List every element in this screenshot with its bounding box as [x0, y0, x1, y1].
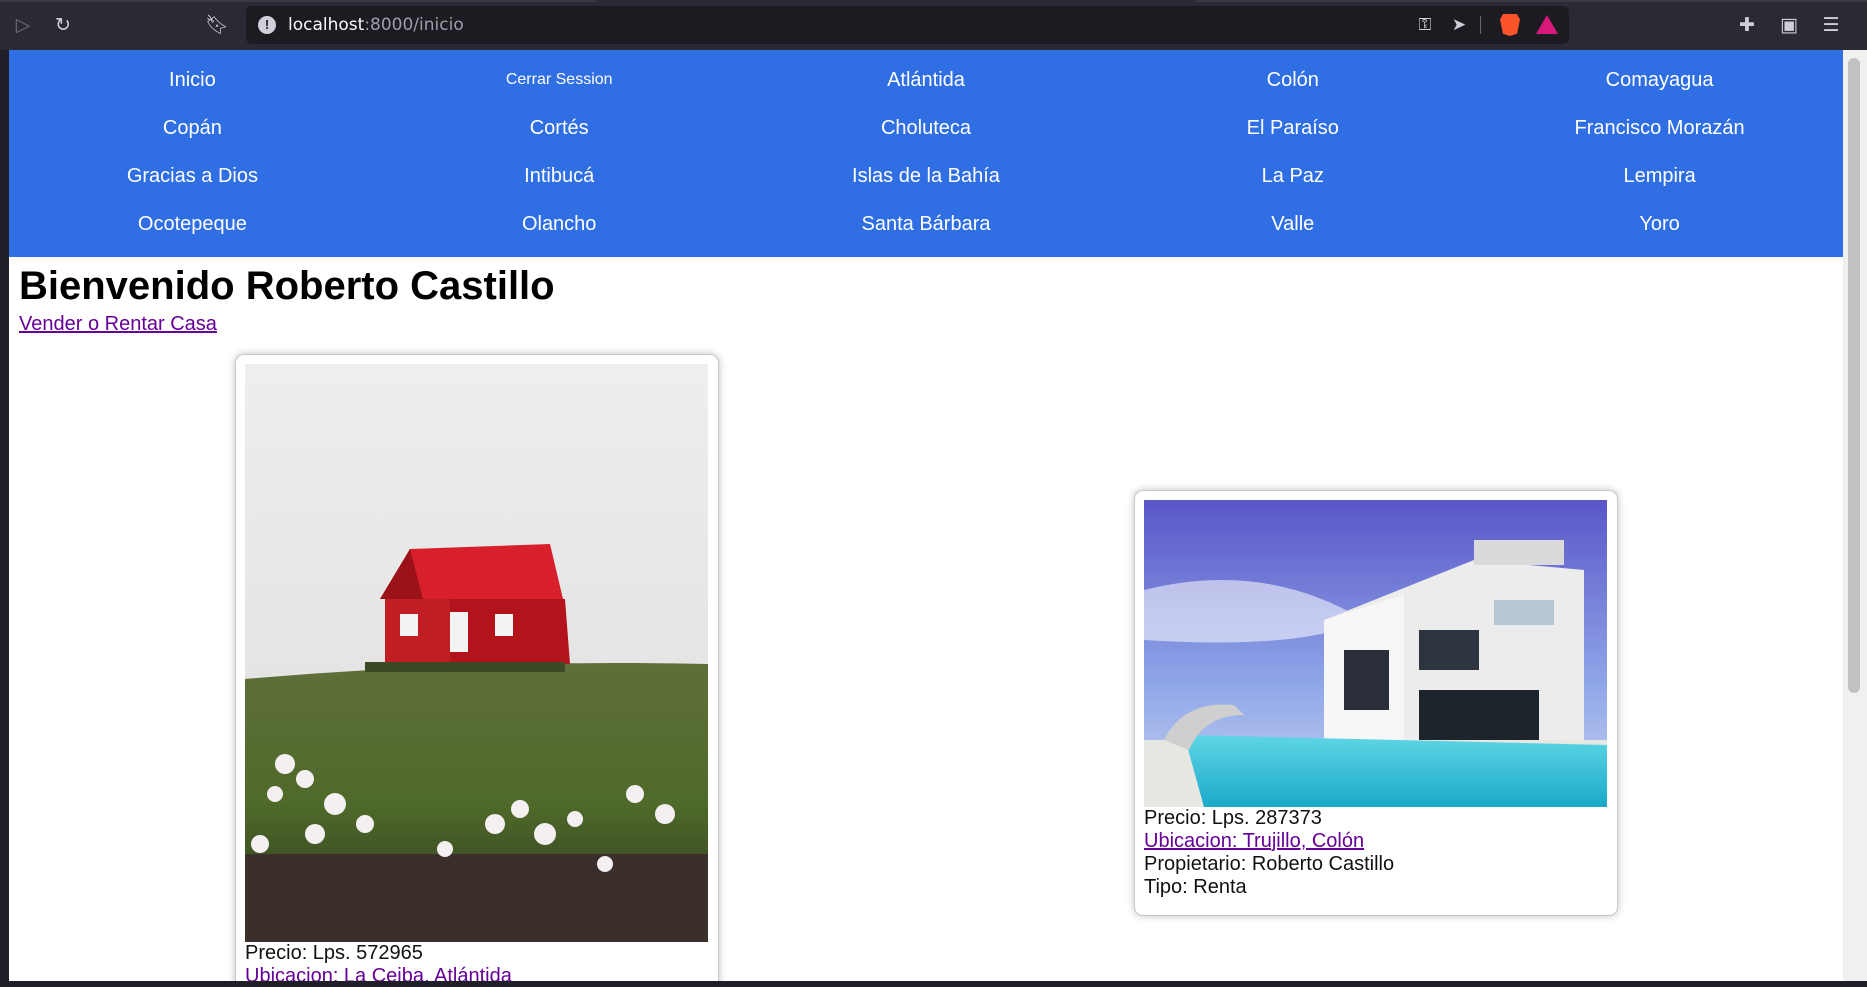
- nav-item-gracias-a-dios[interactable]: Gracias a Dios: [9, 152, 376, 200]
- listing-card: Precio: Lps. 572965 Ubicacion: La Ceiba,…: [235, 354, 719, 981]
- listing-photo-modern-house[interactable]: [1144, 500, 1607, 807]
- listing-type: Tipo: Renta: [1144, 876, 1247, 898]
- nav-item-el-paraiso[interactable]: El Paraíso: [1109, 104, 1476, 152]
- listing-price: Precio: Lps. 572965: [245, 942, 423, 964]
- url-host: localhost: [288, 15, 365, 35]
- listing-owner: Propietario: Roberto Castillo: [1144, 853, 1395, 875]
- listing-card: Precio: Lps. 287373 Ubicacion: Trujillo,…: [1134, 490, 1618, 916]
- tab-strip-right: [1196, 0, 1867, 2]
- nav-item-islas-de-la-bahia[interactable]: Islas de la Bahía: [743, 152, 1110, 200]
- department-nav: Inicio Cerrar Session Atlántida Colón Co…: [9, 50, 1843, 257]
- nav-item-cortes[interactable]: Cortés: [376, 104, 743, 152]
- bookmark-icon[interactable]: 🔖︎: [204, 12, 230, 38]
- welcome-heading: Bienvenido Roberto Castillo: [19, 264, 555, 308]
- page-viewport: Inicio Cerrar Session Atlántida Colón Co…: [9, 50, 1843, 981]
- nav-item-intibuca[interactable]: Intibucá: [376, 152, 743, 200]
- listing-photo-red-house[interactable]: [245, 364, 708, 942]
- wallet-icon[interactable]: ▣: [1776, 12, 1802, 38]
- sell-or-rent-link[interactable]: Vender o Rentar Casa: [19, 313, 217, 336]
- nav-item-copan[interactable]: Copán: [9, 104, 376, 152]
- extensions-icon[interactable]: ✚: [1734, 12, 1760, 38]
- reload-icon[interactable]: ↻: [50, 12, 76, 38]
- nav-item-colon[interactable]: Colón: [1109, 56, 1476, 104]
- nav-item-santa-barbara[interactable]: Santa Bárbara: [743, 200, 1110, 248]
- brave-rewards-icon[interactable]: [1536, 15, 1558, 34]
- nav-item-cerrar-session[interactable]: Cerrar Session: [376, 56, 743, 104]
- nav-item-lempira[interactable]: Lempira: [1476, 152, 1843, 200]
- listing-price: Precio: Lps. 287373: [1144, 807, 1322, 829]
- nav-item-francisco-morazan[interactable]: Francisco Morazán: [1476, 104, 1843, 152]
- nav-item-la-paz[interactable]: La Paz: [1109, 152, 1476, 200]
- scrollbar-thumb[interactable]: [1848, 58, 1860, 693]
- browser-toolbar: ▷ ↻ 🔖︎ ! localhost:8000/inicio ⚿ ➤ ✚ ▣ ☰: [0, 0, 1867, 50]
- nav-item-ocotepeque[interactable]: Ocotepeque: [9, 200, 376, 248]
- send-icon[interactable]: ➤: [1448, 14, 1470, 36]
- play-icon[interactable]: ▷: [10, 12, 36, 38]
- listing-location-link[interactable]: Ubicacion: Trujillo, Colón: [1144, 830, 1608, 853]
- nav-item-choluteca[interactable]: Choluteca: [743, 104, 1110, 152]
- menu-icon[interactable]: ☰: [1818, 12, 1844, 38]
- brave-shield-icon[interactable]: [1500, 14, 1520, 36]
- url-path: :8000/inicio: [364, 15, 464, 35]
- url-text[interactable]: localhost:8000/inicio: [288, 15, 464, 35]
- toolbar-divider: [1480, 16, 1481, 34]
- address-bar[interactable]: ! localhost:8000/inicio ⚿ ➤: [246, 6, 1569, 44]
- nav-item-valle[interactable]: Valle: [1109, 200, 1476, 248]
- listing-location-link[interactable]: Ubicacion: La Ceiba, Atlántida: [245, 965, 709, 981]
- nav-item-yoro[interactable]: Yoro: [1476, 200, 1843, 248]
- page-scrollbar[interactable]: [1843, 50, 1867, 981]
- nav-item-olancho[interactable]: Olancho: [376, 200, 743, 248]
- key-icon[interactable]: ⚿: [1414, 14, 1436, 36]
- nav-item-atlantida[interactable]: Atlántida: [743, 56, 1110, 104]
- site-info-icon[interactable]: !: [258, 16, 276, 34]
- nav-item-comayagua[interactable]: Comayagua: [1476, 56, 1843, 104]
- nav-item-inicio[interactable]: Inicio: [9, 56, 376, 104]
- tab-strip-left: [0, 0, 596, 2]
